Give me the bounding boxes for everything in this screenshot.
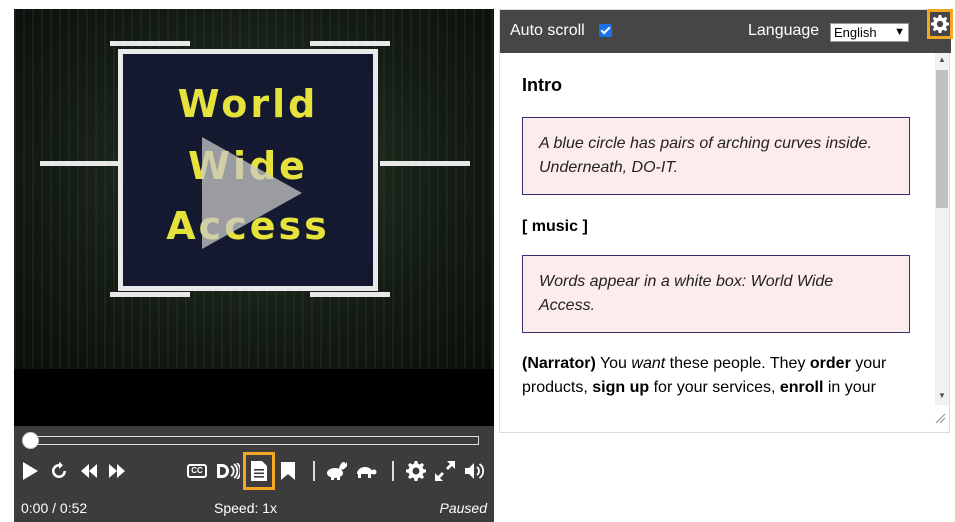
description-block[interactable]: Words appear in a white box: World Wide …: [522, 255, 910, 333]
title-line-1: World: [177, 82, 319, 126]
play-icon: [23, 462, 38, 480]
narration-paragraph[interactable]: (Narrator) You want these people. They o…: [522, 352, 902, 400]
playback-state: Paused: [439, 500, 487, 516]
narration-bold: enroll: [779, 379, 824, 396]
decor-line-left: [40, 161, 120, 166]
narration-text: these people. They: [665, 355, 810, 372]
media-player: World Wide Access CC 0:00 / 0:52 Speed: …: [14, 9, 494, 522]
speaker-label: (Narrator): [522, 355, 596, 372]
separator: [392, 461, 394, 481]
transcript-icon: [251, 461, 267, 481]
autoscroll-label: Auto scroll: [510, 22, 585, 39]
language-label: Language: [748, 22, 820, 39]
description-block[interactable]: A blue circle has pairs of arching curve…: [522, 117, 910, 195]
transcript-scrollbar[interactable]: ▲ ▼: [935, 53, 949, 405]
decor-line-top-right: [310, 41, 390, 46]
language-select[interactable]: English ▼: [830, 23, 909, 42]
fullscreen-button[interactable]: [433, 456, 457, 486]
video-area[interactable]: World Wide Access: [14, 9, 494, 426]
speed-display: Speed: 1x: [214, 500, 278, 516]
video-frame: World Wide Access: [14, 9, 494, 369]
narration-text: You: [595, 355, 632, 372]
decor-line-bottom-right: [310, 292, 390, 297]
faster-button[interactable]: [324, 456, 348, 486]
chapter-heading: Intro: [522, 75, 562, 95]
music-cue[interactable]: [ music ]: [522, 218, 588, 236]
restart-button[interactable]: [47, 456, 71, 486]
fullscreen-icon: [435, 461, 455, 481]
scroll-down-icon[interactable]: ▼: [935, 391, 949, 403]
captions-icon: CC: [187, 464, 207, 478]
decor-line-right: [380, 161, 470, 166]
transcript-toolbar: Auto scroll Language English ▼: [500, 9, 953, 53]
seek-thumb[interactable]: [22, 432, 39, 449]
narration-emphasis: want: [631, 355, 666, 372]
volume-button[interactable]: [463, 456, 487, 486]
slower-button[interactable]: [354, 456, 378, 486]
transcript-button[interactable]: [243, 452, 275, 490]
narration-bold: order: [809, 355, 851, 372]
scroll-up-icon[interactable]: ▲: [935, 55, 949, 67]
rewind-button[interactable]: [78, 456, 100, 486]
gear-icon: [931, 15, 949, 33]
captions-button[interactable]: CC: [186, 456, 208, 486]
rabbit-icon: [327, 462, 347, 480]
narration-text: in your: [823, 379, 876, 396]
chevron-down-icon: ▼: [894, 26, 905, 38]
transcript-settings-button[interactable]: [927, 9, 953, 39]
player-settings-button[interactable]: [404, 456, 428, 486]
transcript-panel: Auto scroll Language English ▼ Intro A b…: [499, 9, 953, 433]
chapters-button[interactable]: [277, 456, 299, 486]
player-controls: CC 0:00 / 0:52 Speed: 1x Paused: [14, 426, 494, 522]
fast-forward-icon: [109, 464, 125, 478]
decor-line-top-left: [110, 41, 190, 46]
language-value: English: [834, 25, 877, 40]
volume-icon: [465, 463, 484, 479]
transcript-content[interactable]: Intro A blue circle has pairs of arching…: [500, 53, 935, 405]
resize-grip-icon[interactable]: [932, 410, 946, 424]
narration-text: for your services,: [649, 379, 780, 396]
audio-description-icon: [217, 463, 240, 479]
audio-description-button[interactable]: [215, 456, 241, 486]
separator: [313, 461, 315, 481]
status-bar: 0:00 / 0:52 Speed: 1x Paused: [14, 492, 494, 522]
rewind-icon: [81, 464, 97, 478]
control-buttons: CC: [14, 452, 494, 492]
time-display: 0:00 / 0:52: [21, 500, 88, 516]
autoscroll-checkbox[interactable]: [599, 24, 612, 37]
fast-forward-button[interactable]: [106, 456, 128, 486]
seek-bar[interactable]: [22, 432, 479, 449]
big-play-icon[interactable]: [202, 137, 302, 249]
bookmark-icon: [281, 462, 295, 480]
narration-bold: sign up: [592, 379, 650, 396]
decor-line-bottom-left: [110, 292, 190, 297]
scrollbar-thumb[interactable]: [936, 70, 948, 208]
play-button[interactable]: [18, 456, 42, 486]
gear-icon: [406, 461, 426, 481]
turtle-icon: [357, 467, 377, 478]
restart-icon: [52, 462, 66, 478]
